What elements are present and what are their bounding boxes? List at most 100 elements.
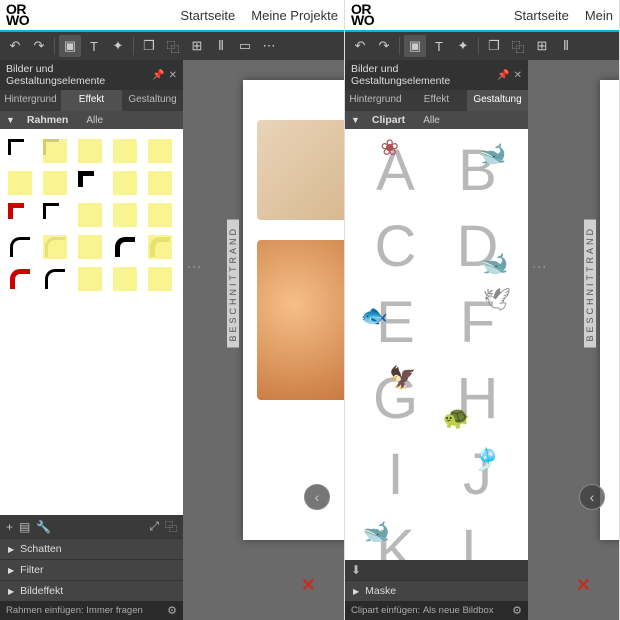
pin-icon[interactable]: 📌 [497,70,509,81]
nav-projects[interactable]: Mein [585,8,613,23]
frame-item[interactable] [113,235,137,259]
photo-placeholder[interactable] [257,120,344,220]
distribute-icon[interactable]: ⫴ [555,35,577,57]
collapse-button[interactable]: ‹ [304,484,330,510]
frame-item[interactable] [43,235,67,259]
gear-icon[interactable]: ⚙ [167,604,177,617]
clipart-item[interactable]: B🐋 [439,133,517,207]
undo-button[interactable]: ↶ [4,35,26,57]
drag-handle[interactable]: ⋮ [532,260,548,274]
frame-item[interactable] [113,171,137,195]
accordion-mask[interactable]: ▶Maske [345,580,528,601]
tab-effect[interactable]: Effekt [61,90,122,111]
distribute-icon[interactable]: ⫴ [210,35,232,57]
copy-icon[interactable]: ⿻ [162,35,184,57]
drag-handle[interactable]: ⋮ [187,260,203,274]
more-icon[interactable]: ⋯ [258,35,280,57]
frame-item[interactable] [43,139,67,163]
section-header[interactable]: ▼ Rahmen Alle [0,111,183,129]
frame-item[interactable] [8,267,32,291]
frame-item[interactable] [148,171,172,195]
frame-item[interactable] [78,235,102,259]
expand-icon[interactable]: ⤢ [149,519,159,534]
clipart-item[interactable]: J🎐 [439,437,517,511]
nav-home[interactable]: Startseite [514,8,569,23]
frame-item[interactable] [113,267,137,291]
clipart-item[interactable]: E🐟 [357,285,435,359]
frame-item[interactable] [78,203,102,227]
filter-all[interactable]: Alle [86,115,103,126]
delete-icon[interactable]: ✕ [301,575,316,596]
canvas[interactable]: ⋮ BESCHNITTRAND ‹ ✕ [528,60,619,620]
frame-item[interactable] [8,139,32,163]
clipart-item[interactable]: K🐋 [357,513,435,560]
copy-icon[interactable]: ⿻ [165,518,177,535]
gear-icon[interactable]: ⚙ [512,604,522,617]
frame-item[interactable] [8,171,32,195]
frame-item[interactable] [148,203,172,227]
clipart-item[interactable]: C [357,209,435,283]
image-tool[interactable]: ▣ [404,35,426,57]
layers-icon[interactable]: ▤ [19,520,30,534]
add-icon[interactable]: + [6,520,13,534]
frame-item[interactable] [78,139,102,163]
redo-button[interactable]: ↷ [28,35,50,57]
tab-effect[interactable]: Effekt [406,90,467,111]
image-tool[interactable]: ▣ [59,35,81,57]
accordion-shadow[interactable]: ▶Schatten [0,538,183,559]
frame-item[interactable] [43,267,67,291]
shape-tool[interactable]: ✦ [107,35,129,57]
clipart-item[interactable]: H🐢 [439,361,517,435]
redo-button[interactable]: ↷ [373,35,395,57]
accordion-imageeffect[interactable]: ▶Bildeffekt [0,580,183,601]
tab-design[interactable]: Gestaltung [122,90,183,111]
layers-icon[interactable]: ❐ [483,35,505,57]
frame-item[interactable] [43,203,67,227]
clipart-item[interactable]: F🕊 [439,285,517,359]
frame-item[interactable] [113,139,137,163]
accordion-filter[interactable]: ▶Filter [0,559,183,580]
pin-icon[interactable]: 📌 [152,70,164,81]
frame-item[interactable] [148,139,172,163]
clipart-item[interactable]: L [439,513,517,560]
frame-item[interactable] [8,235,32,259]
document-page[interactable] [600,80,619,540]
frame-item[interactable] [148,267,172,291]
logo[interactable]: ORWO [351,4,374,26]
clipart-item[interactable]: G🦅 [357,361,435,435]
nav-projects[interactable]: Meine Projekte [251,8,338,23]
text-tool[interactable]: T [83,35,105,57]
delete-icon[interactable]: ✕ [576,575,591,596]
tab-design[interactable]: Gestaltung [467,90,528,111]
close-icon[interactable]: ✕ [514,70,522,81]
canvas[interactable]: ⋮ BESCHNITTRAND ‹ ✕ [183,60,344,620]
frame-item[interactable] [8,203,32,227]
wrench-icon[interactable]: 🔧 [36,520,51,534]
photo-placeholder[interactable] [257,240,344,400]
shape-tool[interactable]: ✦ [452,35,474,57]
close-icon[interactable]: ✕ [169,70,177,81]
layers-icon[interactable]: ❐ [138,35,160,57]
section-header[interactable]: ▼ Clipart Alle [345,111,528,129]
download-icon[interactable]: ⬇ [351,563,361,577]
text-tool[interactable]: T [428,35,450,57]
clipart-item[interactable]: D🐋 [439,209,517,283]
clipart-item[interactable]: I [357,437,435,511]
frame-item[interactable] [148,235,172,259]
tab-background[interactable]: Hintergrund [345,90,406,111]
align-icon[interactable]: ⊞ [186,35,208,57]
frame-item[interactable] [113,203,137,227]
group-icon[interactable]: ▭ [234,35,256,57]
clipart-item[interactable]: A❀ [357,133,435,207]
tab-background[interactable]: Hintergrund [0,90,61,111]
frame-item[interactable] [78,267,102,291]
document-page[interactable] [243,80,344,540]
nav-home[interactable]: Startseite [180,8,235,23]
frame-item[interactable] [78,171,102,195]
frame-item[interactable] [43,171,67,195]
undo-button[interactable]: ↶ [349,35,371,57]
logo[interactable]: ORWO [6,4,29,26]
filter-all[interactable]: Alle [423,115,440,126]
copy-icon[interactable]: ⿻ [507,35,529,57]
collapse-button[interactable]: ‹ [579,484,605,510]
